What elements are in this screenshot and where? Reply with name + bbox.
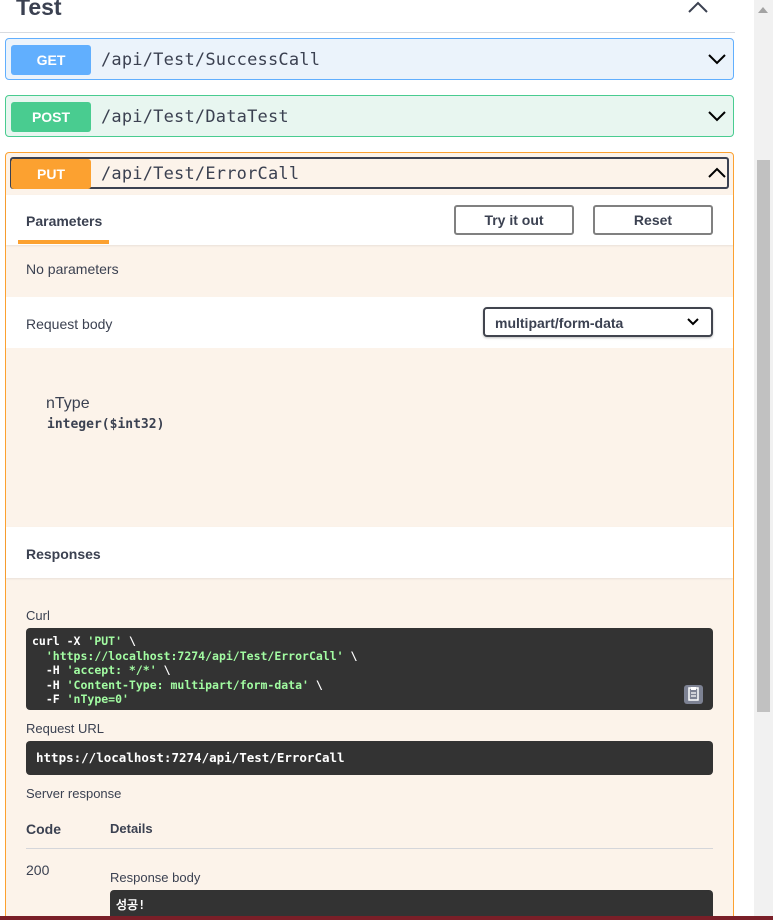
curl-line: curl -X 'PUT' \ [32,634,136,648]
operation-get[interactable]: GET /api/Test/SuccessCall [5,38,734,80]
request-url-label: Request URL [26,721,105,736]
operation-path: /api/Test/DataTest [101,107,289,127]
curl-line: -H 'Content-Type: multipart/form-data' \ [32,677,323,692]
chevron-up-icon[interactable] [686,0,710,18]
tag-header[interactable]: Test [0,0,735,33]
parameters-header: Parameters Try it out Reset [6,195,733,245]
operation-path: /api/Test/ErrorCall [101,164,300,184]
try-it-out-button[interactable]: Try it out [454,205,574,235]
operation-summary[interactable]: GET /api/Test/SuccessCall [6,39,733,79]
method-badge-post: POST [11,102,91,132]
reset-button[interactable]: Reset [593,205,713,235]
tab-parameters[interactable]: Parameters [26,213,102,229]
curl-line: 'https://localhost:7274/api/Test/ErrorCa… [45,648,358,663]
param-type: integer($int32) [47,417,164,432]
responses-label: Responses [26,546,101,562]
details-column-header: Details [110,821,153,836]
no-parameters-text: No parameters [26,261,119,277]
taskbar-edge [0,916,773,920]
chevron-up-icon[interactable] [707,165,727,181]
copy-to-clipboard-icon[interactable] [684,685,703,704]
chevron-down-icon [687,318,699,326]
scrollbar[interactable] [754,0,773,920]
chevron-down-icon[interactable] [707,51,727,67]
content-type-select[interactable]: multipart/form-data [483,307,713,337]
param-name: nType [46,395,90,412]
response-code: 200 [26,862,50,878]
operation-path: /api/Test/SuccessCall [101,50,321,70]
curl-code-block[interactable]: curl -X 'PUT' \ 'https://localhost:7274/… [26,628,713,710]
operation-summary[interactable]: PUT /api/Test/ErrorCall [6,153,733,193]
response-body-label: Response body [110,870,201,885]
curl-line: -F 'nType=0' [32,692,129,706]
scroll-up-arrow-icon[interactable] [758,7,768,13]
param-type-format: ($int32) [101,417,165,432]
server-response-label: Server response [26,786,122,801]
content-type-value: multipart/form-data [495,315,624,331]
scrollbar-thumb[interactable] [757,160,770,712]
request-url-value[interactable]: https://localhost:7274/api/Test/ErrorCal… [26,741,713,775]
chevron-down-icon[interactable] [707,108,727,124]
operation-put: PUT /api/Test/ErrorCall Parameters Try i… [5,152,734,920]
curl-label: Curl [26,608,50,623]
method-badge-get: GET [11,45,91,75]
request-body-label: Request body [26,316,113,332]
param-type-name: integer [47,417,102,432]
code-column-header: Code [26,821,61,837]
tag-title: Test [16,0,62,20]
request-body-header: Request body multipart/form-data [6,297,733,348]
operation-post[interactable]: POST /api/Test/DataTest [5,95,734,137]
divider [26,848,713,849]
curl-line: -H 'accept: */*' \ [32,663,171,677]
method-badge-put: PUT [11,159,91,189]
responses-header: Responses [6,527,733,578]
tab-active-indicator [18,240,109,244]
operation-summary[interactable]: POST /api/Test/DataTest [6,96,733,136]
